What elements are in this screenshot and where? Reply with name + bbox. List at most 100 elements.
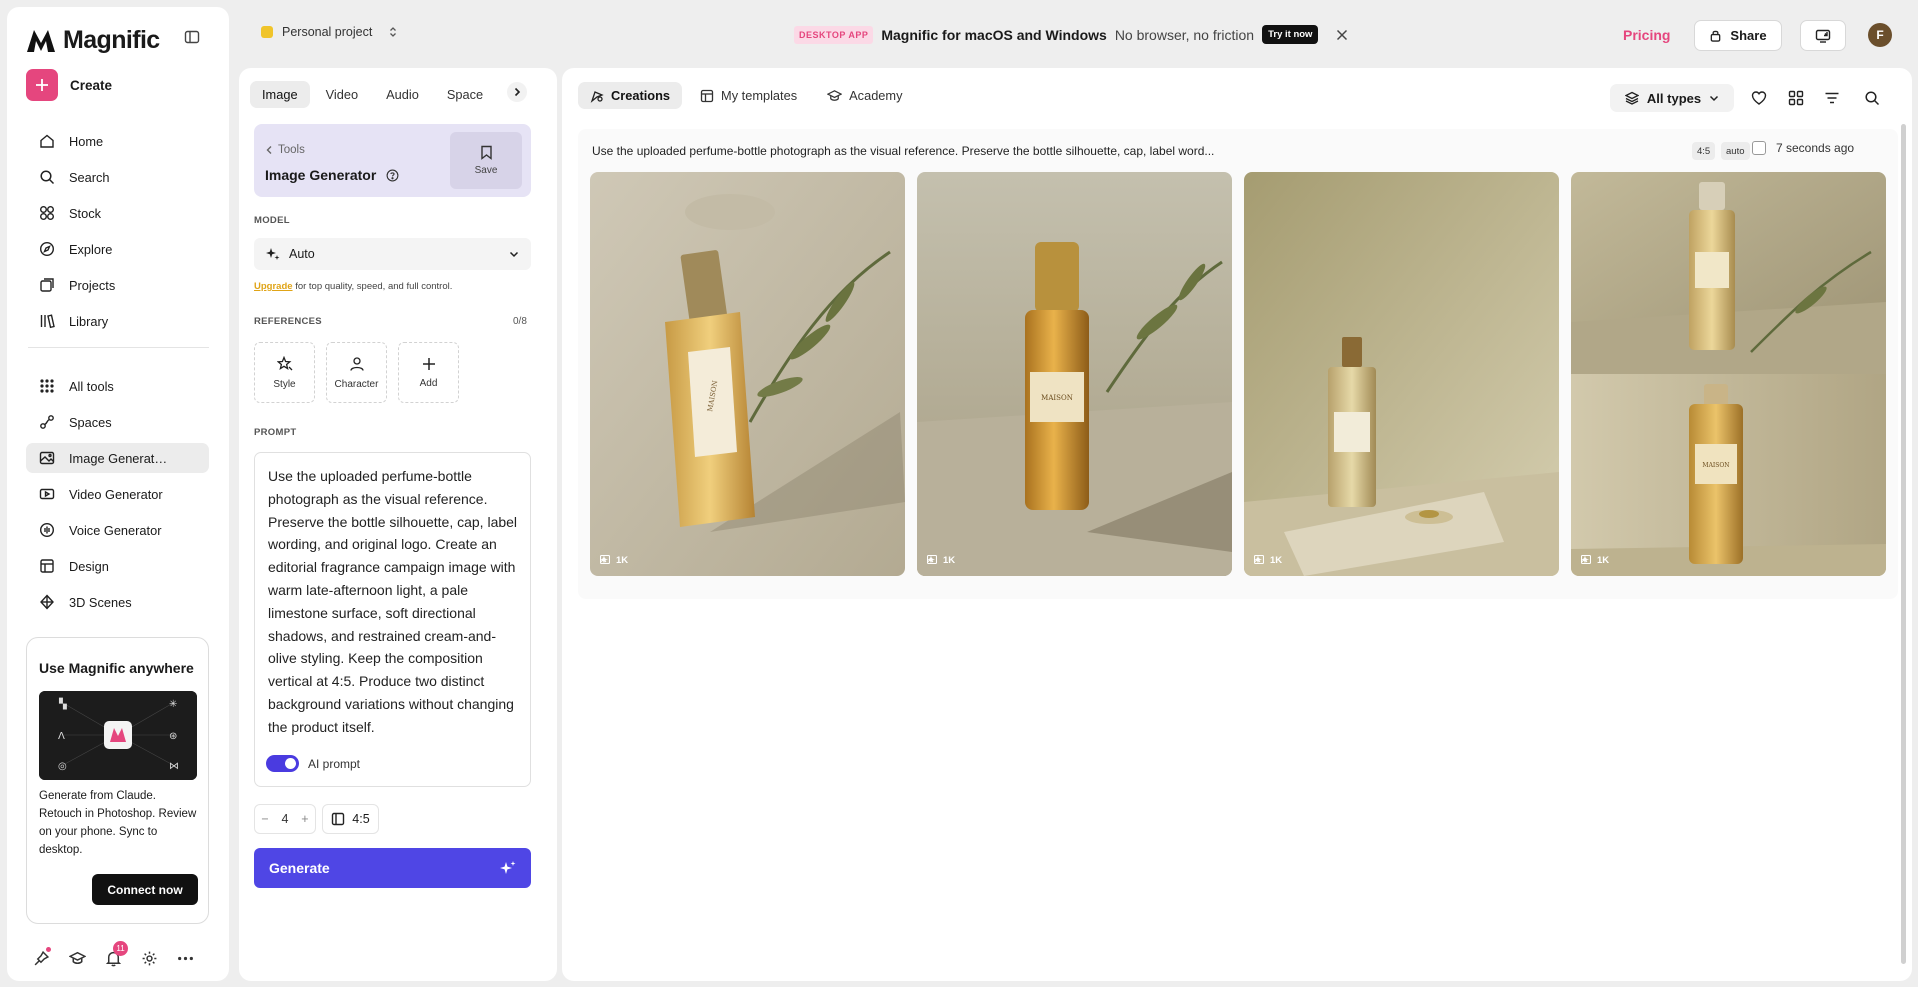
sidebar-item-3d-scenes[interactable]: 3D Scenes [26,587,209,617]
generated-image-2[interactable]: MAISON ✦ 1K [917,172,1232,576]
prompt-textarea[interactable]: Use the uploaded perfume-bottle photogra… [254,452,531,787]
reference-character-button[interactable]: Character [326,342,387,403]
tab-my-templates[interactable]: My templates [688,82,809,109]
search-icon[interactable] [1862,88,1882,108]
resolution-badge: 1K [600,555,629,566]
avatar[interactable]: F [1868,23,1892,47]
favorites-heart-icon[interactable] [1749,88,1769,108]
sidebar-divider [28,347,209,348]
image-icon [1581,555,1591,564]
ai-prompt-toggle[interactable]: AI prompt [266,755,360,772]
style-star-icon [276,355,292,370]
chevron-left-icon [266,146,272,154]
sidebar-item-explore[interactable]: Explore [26,234,209,264]
scrollbar[interactable] [1901,124,1906,964]
desktop-download-button[interactable] [1800,20,1846,51]
generated-image-1[interactable]: MAISON ✦ 1K [590,172,905,576]
save-button[interactable]: Save [450,132,522,189]
tab-spaces[interactable]: Spaces [435,81,483,108]
desktop-app-banner: DESKTOP APP Magnific for macOS and Windo… [794,25,1348,44]
svg-text:⋈: ⋈ [169,761,179,772]
sidebar-item-label: Video Generator [69,486,163,502]
reference-add-label: Add [419,377,438,389]
sidebar: Magnific Create Home Search Stock Explor… [7,7,229,981]
sidebar-item-image-generator[interactable]: Image Generat… [26,443,209,473]
logo[interactable]: Magnific [26,26,160,55]
breadcrumb-tools: Tools [278,144,305,156]
chevron-right-icon[interactable] [507,82,527,102]
image-meta: ✦ 1K [1581,555,1609,566]
tool-name: Image Generator [265,167,377,183]
image-meta: ✦ 1K [927,555,955,566]
sidebar-item-video-generator[interactable]: Video Generator [26,479,209,509]
collapse-sidebar-icon[interactable] [184,29,200,45]
svg-text:MAISON: MAISON [1041,394,1073,402]
generated-image-3[interactable]: ✦ 1K [1244,172,1559,576]
decrement-button[interactable]: − [261,812,268,826]
prompt-section-label: PROMPT [254,427,297,438]
generation-prompt-preview[interactable]: Use the uploaded perfume-bottle photogra… [592,144,1214,158]
type-filter-dropdown[interactable]: All types [1610,84,1734,112]
sidebar-item-voice-generator[interactable]: Voice Generator [26,515,209,545]
sidebar-item-library[interactable]: Library [26,306,209,336]
sidebar-item-search[interactable]: Search [26,162,209,192]
resolution-label: 1K [942,555,956,566]
sidebar-item-spaces[interactable]: Spaces [26,407,209,437]
project-selector[interactable]: Personal project [261,25,399,39]
sidebar-item-projects[interactable]: Projects [26,270,209,300]
generated-image-4[interactable]: MAISON ✦ 1K [1571,172,1886,576]
create-button[interactable]: Create [26,69,112,101]
upgrade-link[interactable]: Upgrade [254,281,293,292]
breadcrumb[interactable]: Tools [265,144,305,156]
increment-button[interactable]: + [301,812,308,826]
sidebar-item-design[interactable]: Design [26,551,209,581]
svg-text:MAISON: MAISON [1702,462,1729,469]
image-meta: ✦ 1K [600,555,628,566]
grid-icon [40,379,54,393]
share-button[interactable]: Share [1694,20,1782,51]
sidebar-item-label: Design [69,558,109,574]
prompt-text[interactable]: Use the uploaded perfume-bottle photogra… [268,465,522,739]
tab-image[interactable]: Image [250,81,310,108]
grid-view-icon[interactable] [1786,88,1806,108]
bell-icon[interactable]: 11 [105,941,128,967]
reference-add-button[interactable]: Add [398,342,459,403]
aspect-ratio-button[interactable]: 4:5 [322,804,379,834]
resolution-label: 1K [615,555,629,566]
sidebar-item-stock[interactable]: Stock [26,198,209,228]
reference-character-label: Character [334,378,379,390]
tab-video[interactable]: Video [314,81,371,108]
try-it-now-button[interactable]: Try it now [1262,25,1319,44]
references-count: 0/8 [513,316,527,327]
settings-gear-icon[interactable] [141,950,158,967]
sidebar-item-all-tools[interactable]: All tools [26,371,209,401]
toggle-switch[interactable] [266,755,299,772]
share-label: Share [1730,28,1767,43]
pin-icon[interactable] [33,947,51,967]
academy-icon[interactable] [69,950,86,967]
image-count-stepper[interactable]: − 4 + [254,804,316,834]
pricing-link[interactable]: Pricing [1623,27,1670,43]
main-tabs: Creations My templates Academy [578,82,914,109]
close-icon[interactable] [1336,29,1348,41]
lock-icon [1711,30,1721,42]
notification-badge: 11 [113,941,128,956]
image-icon [600,555,610,564]
model-select[interactable]: Auto [254,238,531,270]
filter-icon[interactable] [1822,88,1842,108]
tab-audio[interactable]: Audio [374,81,431,108]
tab-creations[interactable]: Creations [578,82,683,109]
reference-style-button[interactable]: Style [254,342,315,403]
sidebar-item-home[interactable]: Home [26,126,209,156]
help-icon[interactable] [386,169,399,182]
generate-button[interactable]: Generate [254,848,531,888]
select-checkbox[interactable] [1752,141,1766,155]
tab-label: My templates [721,88,798,103]
app-name: Magnific [63,26,160,54]
design-icon [40,559,54,573]
more-options-icon[interactable] [177,950,194,967]
tab-academy[interactable]: Academy [815,82,914,109]
sidebar-item-label: Explore [69,241,113,257]
connect-now-button[interactable]: Connect now [92,874,198,905]
voice-icon [39,522,55,538]
